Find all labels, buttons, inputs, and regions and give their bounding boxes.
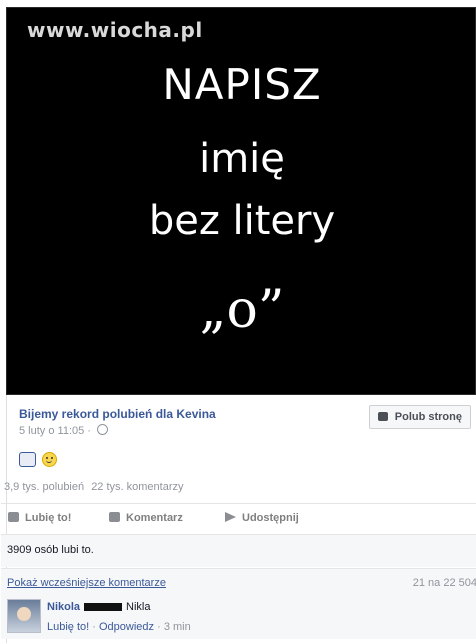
comment-meta: Lubię to! · Odpowiedz · 3 min [47,621,191,633]
avatar[interactable] [7,599,41,633]
like-page-button[interactable]: Polub stronę [368,405,471,429]
smile-emoji-icon[interactable] [42,452,58,468]
thumbs-up-icon [377,412,388,421]
share-label: Udostępnij [242,512,299,524]
comment-button[interactable]: Komentarz [109,512,183,524]
comment-text: Nikla [126,601,151,613]
likes-summary-row: 3909 osób lubi to. [1,535,476,567]
share-button[interactable]: Udostępnij [225,512,299,524]
post-date-text: 5 luty o 11:05 · [19,425,91,437]
post-actions: Lubię to! Komentarz Udostępnij [7,507,476,531]
likes-count[interactable]: 3,9 tys. polubień [4,481,84,493]
like-page-label: Polub stronę [394,411,462,423]
post-timestamp[interactable]: 5 luty o 11:05 · [19,424,109,437]
thumbs-up-icon [8,512,19,522]
like-label: Lubię to! [25,512,72,524]
page-name-link[interactable]: Bijemy rekord polubień dla Kevina [19,407,216,421]
comment-like-link[interactable]: Lubię to! [47,621,89,633]
globe-icon [97,424,109,435]
like-button[interactable]: Lubię to! [8,512,71,524]
image-line-4: „o” [199,280,285,340]
image-line-2: imię [199,136,285,182]
comments-count[interactable]: 22 tys. komentarzy [91,481,183,493]
post-card: Bijemy rekord polubień dla Kevina 5 luty… [1,395,476,643]
share-icon [225,512,236,522]
emoji-row [19,451,58,469]
post-image[interactable]: www.wiocha.pl NAPISZ imię bez litery „o” [6,7,476,395]
comment-body: Nikola Nikla [47,601,150,613]
likes-summary-text[interactable]: 3909 osób lubi to. [7,544,94,556]
comments-section: Pokaż wcześniejsze komentarze 21 na 22 5… [1,569,476,639]
comment-time: 3 min [163,621,191,633]
thumbs-up-emoji-icon[interactable] [19,452,36,468]
show-more-comments-link[interactable]: Pokaż wcześniejsze komentarze [7,577,166,589]
comment-reply-link[interactable]: Odpowiedz [99,621,154,633]
engagement-counts: 3,9 tys. polubień 22 tys. komentarzy [4,481,188,493]
comment-label: Komentarz [126,512,183,524]
comment-author[interactable]: Nikola [47,601,80,613]
divider [1,503,476,504]
image-line-1: NAPISZ [162,60,322,109]
watermark-text: www.wiocha.pl [27,18,203,42]
comment-icon [109,512,120,522]
image-line-3: bez litery [148,198,336,244]
redacted-name [84,603,123,612]
comment-count: 21 na 22 504 [412,577,476,589]
